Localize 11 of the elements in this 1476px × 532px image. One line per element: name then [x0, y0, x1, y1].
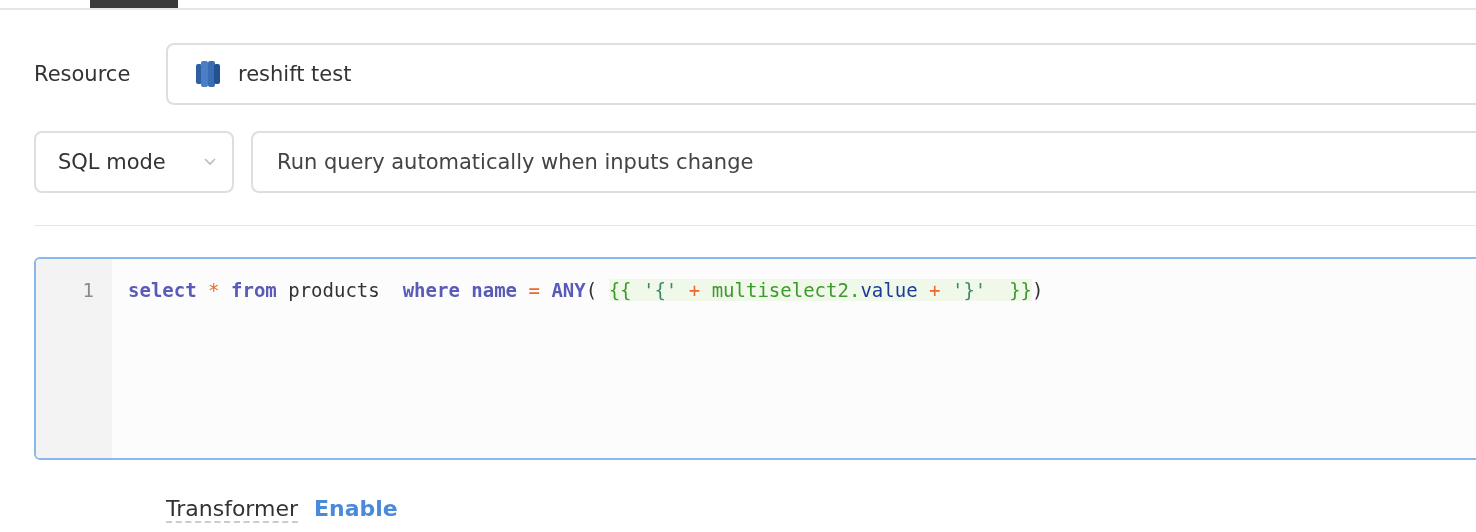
transformer-label: Transformer	[166, 496, 298, 523]
code-editor[interactable]: 1 select * from products where name = ANY( {{ '{' + multiselect2.value + '}' }})	[34, 257, 1476, 460]
run-mode-select[interactable]: Run query automatically when inputs change	[251, 131, 1476, 193]
database-icon	[196, 60, 220, 88]
mode-select[interactable]: SQL mode	[34, 131, 234, 193]
resource-label: Resource	[34, 62, 132, 86]
line-number: 1	[82, 278, 94, 303]
chevron-down-icon	[204, 158, 216, 166]
enable-link[interactable]: Enable	[314, 496, 398, 521]
code-line: select * from products where name = ANY( {{ '{' + multiselect2.value + '}' }})	[128, 278, 1044, 303]
resource-select[interactable]: reshift test	[166, 43, 1476, 105]
